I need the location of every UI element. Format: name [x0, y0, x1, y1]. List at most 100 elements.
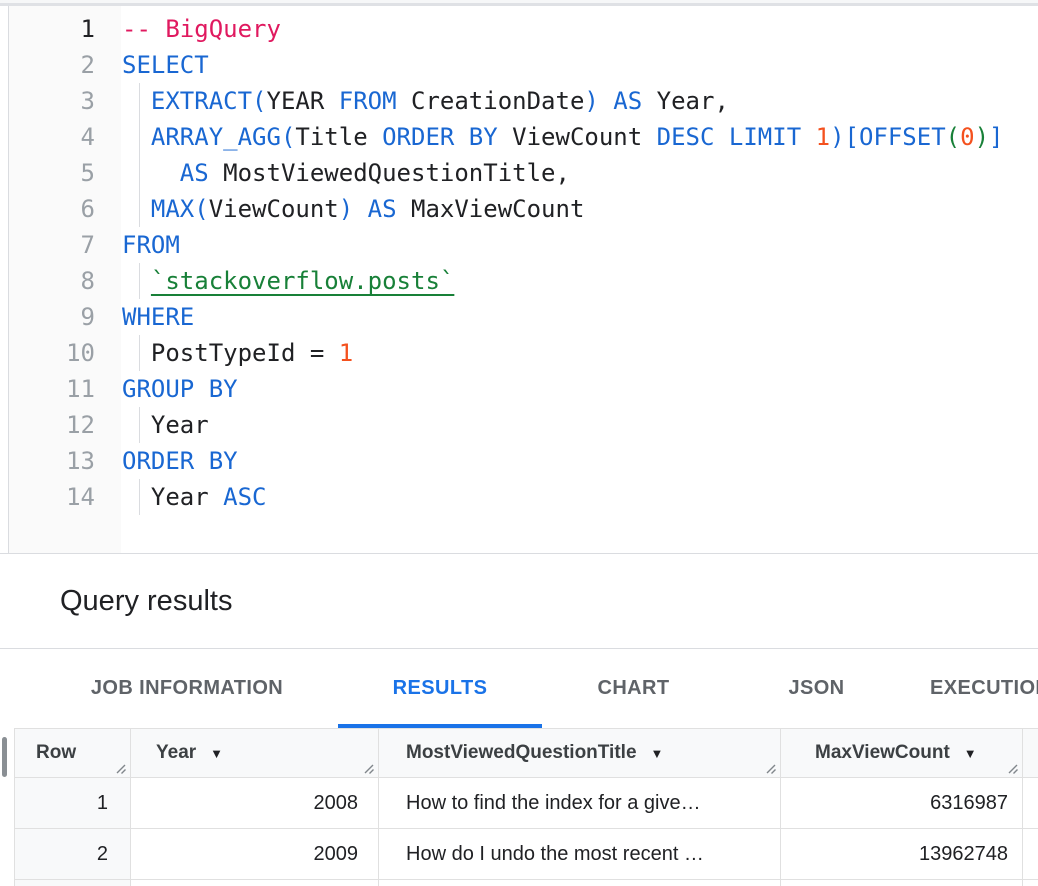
- code-text: MAX(ViewCount) AS MaxViewCount: [95, 191, 584, 227]
- column-resize-handle-icon[interactable]: [1006, 762, 1019, 775]
- tab-label: CHART: [598, 677, 670, 700]
- sql-editor[interactable]: 1 -- BigQuery 2SELECT3 EXTRACT(YEAR FROM C…: [0, 6, 1038, 553]
- line-number: 7: [9, 227, 95, 263]
- column-resize-handle-icon[interactable]: [114, 762, 127, 775]
- code-line-2[interactable]: 2SELECT: [9, 47, 1038, 83]
- code-token: FROM: [339, 87, 397, 115]
- column-resize-handle-icon[interactable]: [362, 762, 375, 775]
- column-header-mostviewedquestiontitle[interactable]: MostViewedQuestionTitle ▼: [379, 729, 781, 778]
- column-label: MostViewedQuestionTitle: [406, 742, 637, 764]
- tab-job-information[interactable]: JOB INFORMATION: [36, 649, 338, 728]
- code-token: [599, 87, 613, 115]
- code-token: FROM: [122, 231, 180, 259]
- code-token: -- BigQuery: [122, 15, 281, 43]
- line-number: 13: [9, 443, 95, 479]
- line-number: 3: [9, 83, 95, 119]
- code-token: [122, 195, 151, 223]
- code-line-6[interactable]: 6 MAX(ViewCount) AS MaxViewCount: [9, 191, 1038, 227]
- table-row: 12008How to find the index for a give…63…: [15, 778, 1038, 829]
- sort-dropdown-icon[interactable]: ▼: [964, 746, 977, 761]
- table-cell-extra: [1023, 778, 1038, 828]
- code-token: Year: [122, 411, 209, 439]
- tab-json[interactable]: JSON: [725, 649, 908, 728]
- table-cell-extra: [1023, 829, 1038, 879]
- line-number: 9: [9, 299, 95, 335]
- code-text: FROM: [95, 227, 180, 263]
- code-token: CreationDate: [397, 87, 585, 115]
- code-token: WHERE: [122, 303, 194, 331]
- table-cell: [1023, 880, 1038, 886]
- table-cell: [131, 880, 379, 886]
- table-cell: 2008: [131, 778, 379, 828]
- code-token: ): [975, 123, 989, 151]
- tab-chart[interactable]: CHART: [542, 649, 725, 728]
- code-token: 1: [339, 339, 353, 367]
- bigquery-console: 1 -- BigQuery 2SELECT3 EXTRACT(YEAR FROM C…: [0, 0, 1038, 886]
- line-number: 8: [9, 263, 95, 299]
- table-cell: [781, 880, 1023, 886]
- code-token: AS: [368, 195, 397, 223]
- column-resize-handle-icon[interactable]: [764, 762, 777, 775]
- tab-label: EXECUTION DETAILS: [930, 677, 1038, 700]
- page-title: Query results: [60, 585, 232, 618]
- sort-dropdown-icon[interactable]: ▼: [210, 746, 223, 761]
- line-number: 14: [9, 479, 95, 515]
- column-label: Year: [156, 742, 196, 764]
- code-text: Year: [95, 407, 209, 443]
- code-line-5[interactable]: 5 AS MostViewedQuestionTitle,: [9, 155, 1038, 191]
- code-line-12[interactable]: 12 Year: [9, 407, 1038, 443]
- results-table: RowYear▼MostViewedQuestionTitle▼MaxViewC…: [14, 728, 1038, 886]
- table-body: 12008How to find the index for a give…63…: [15, 778, 1038, 886]
- code-token: ORDER BY: [122, 447, 238, 475]
- table-cell: How do I undo the most recent …: [379, 829, 781, 879]
- code-token: Year,: [642, 87, 729, 115]
- code-line-4[interactable]: 4 ARRAY_AGG(Title ORDER BY ViewCount DES…: [9, 119, 1038, 155]
- code-line-7[interactable]: 7 FROM: [9, 227, 1038, 263]
- code-token: [801, 123, 815, 151]
- code-text: AS MostViewedQuestionTitle,: [95, 155, 570, 191]
- code-text: GROUP BY: [95, 371, 238, 407]
- code-line-1[interactable]: 1 -- BigQuery: [9, 11, 1038, 47]
- code-text: EXTRACT(YEAR FROM CreationDate) AS Year,: [95, 83, 729, 119]
- table-row-partial: [15, 880, 1038, 886]
- code-token: ): [339, 195, 353, 223]
- code-token: ]: [989, 123, 1003, 151]
- column-header-row[interactable]: Row: [15, 729, 131, 778]
- code-token: GROUP BY: [122, 375, 238, 403]
- code-token: PostTypeId =: [122, 339, 339, 367]
- table-cell: [15, 880, 131, 886]
- code-token: YEAR: [267, 87, 339, 115]
- tab-results[interactable]: RESULTS: [338, 649, 542, 728]
- code-line-3[interactable]: 3 EXTRACT(YEAR FROM CreationDate) AS Yea…: [9, 83, 1038, 119]
- column-header-year[interactable]: Year ▼: [131, 729, 379, 778]
- tab-label: RESULTS: [393, 677, 488, 700]
- code-token: MAX(: [151, 195, 209, 223]
- line-number: 6: [9, 191, 95, 227]
- code-line-10[interactable]: 10 PostTypeId = 1: [9, 335, 1038, 371]
- code-token: ): [584, 87, 598, 115]
- table-reference-link[interactable]: `stackoverflow.posts`: [151, 267, 454, 295]
- code-lines[interactable]: 1 -- BigQuery 2SELECT3 EXTRACT(YEAR FROM C…: [9, 11, 1038, 515]
- vertical-scrollbar-thumb[interactable]: [2, 737, 7, 777]
- code-token: )[OFFSET: [830, 123, 946, 151]
- results-tab-bar: JOB INFORMATION RESULTS CHART JSON EXECUTION…: [0, 649, 1038, 728]
- sort-dropdown-icon[interactable]: ▼: [651, 746, 664, 761]
- code-line-8[interactable]: 8 `stackoverflow.posts`: [9, 263, 1038, 299]
- table-row: 22009How do I undo the most recent …1396…: [15, 829, 1038, 880]
- code-line-9[interactable]: 9 WHERE: [9, 299, 1038, 335]
- code-text: PostTypeId = 1: [95, 335, 353, 371]
- code-token: ORDER BY: [382, 123, 498, 151]
- code-token: 1: [816, 123, 830, 151]
- code-line-11[interactable]: 11GROUP BY: [9, 371, 1038, 407]
- code-token: [122, 267, 151, 295]
- code-line-13[interactable]: 13 ORDER BY: [9, 443, 1038, 479]
- table-cell: [379, 880, 781, 886]
- column-header-maxviewcount[interactable]: MaxViewCount▼: [781, 729, 1023, 778]
- code-text: ARRAY_AGG(Title ORDER BY ViewCount DESC …: [95, 119, 1003, 155]
- line-number: 1: [9, 11, 95, 47]
- code-token: SELECT: [122, 51, 209, 79]
- results-title-bar: Query results: [0, 554, 1038, 648]
- code-token: ViewCount: [209, 195, 339, 223]
- tab-execution-details[interactable]: EXECUTION DETAILS: [908, 649, 1038, 728]
- code-line-14[interactable]: 14 Year ASC: [9, 479, 1038, 515]
